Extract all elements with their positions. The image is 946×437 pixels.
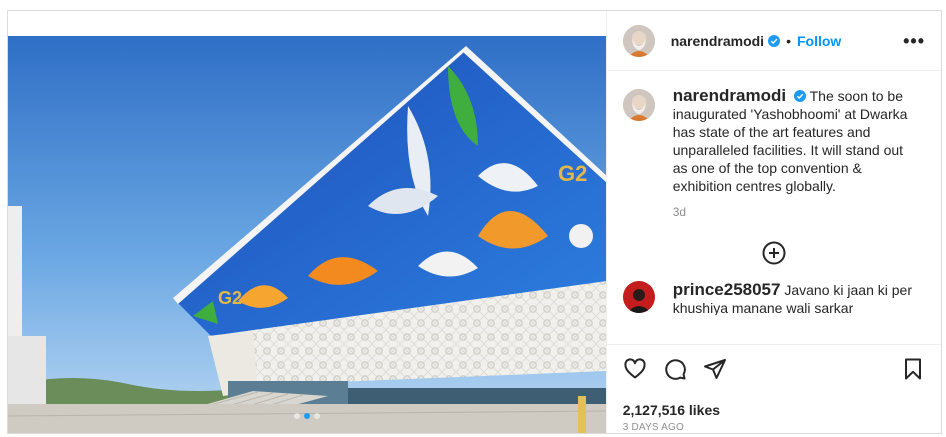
more-options-icon[interactable]: ••• [903,32,925,50]
avatar[interactable] [622,89,655,121]
follow-button[interactable]: Follow [797,33,841,49]
carousel-dot[interactable] [293,413,300,419]
action-bar [606,344,941,392]
bookmark-icon[interactable] [901,357,925,381]
caption-age[interactable]: 3d [673,203,913,221]
post-header: narendramodi • Follow ••• [606,11,941,71]
comment-username[interactable]: prince258057 [673,281,781,299]
svg-text:G2: G2 [218,288,242,308]
post-date[interactable]: 3 DAYS AGO [607,418,941,433]
post-dialog: G2 G2 narendramodi • Follow ••• narendra… [7,10,942,434]
header-separator: • [786,32,791,49]
post-sidebar: narendramodi • Follow ••• narendramodi T… [605,11,941,433]
carousel-dot[interactable] [313,413,320,419]
avatar[interactable] [622,281,655,313]
verified-badge-icon [768,34,781,47]
share-icon[interactable] [703,357,727,381]
svg-text:G2: G2 [558,161,587,186]
post-author-username[interactable]: narendramodi [671,33,764,49]
post-photo: G2 G2 [8,36,606,433]
verified-badge-icon [793,90,806,102]
post-media[interactable]: G2 G2 [8,11,606,433]
heart-icon[interactable] [623,357,647,381]
carousel-indicator [8,413,606,419]
caption: narendramodi The soon to be inaugurated … [622,86,925,221]
load-more-comments[interactable] [623,241,925,265]
carousel-dot-active[interactable] [303,413,310,419]
likes-count[interactable]: 2,127,516 likes [607,392,941,418]
comments-section[interactable]: narendramodi The soon to be inaugurated … [607,71,941,344]
list-item: prince258057 Javano ki jaan ki per khush… [622,281,925,315]
comment-icon[interactable] [663,357,687,381]
plus-circle-icon[interactable] [762,241,786,265]
caption-username[interactable]: narendramodi [673,86,786,105]
avatar[interactable] [622,24,655,57]
